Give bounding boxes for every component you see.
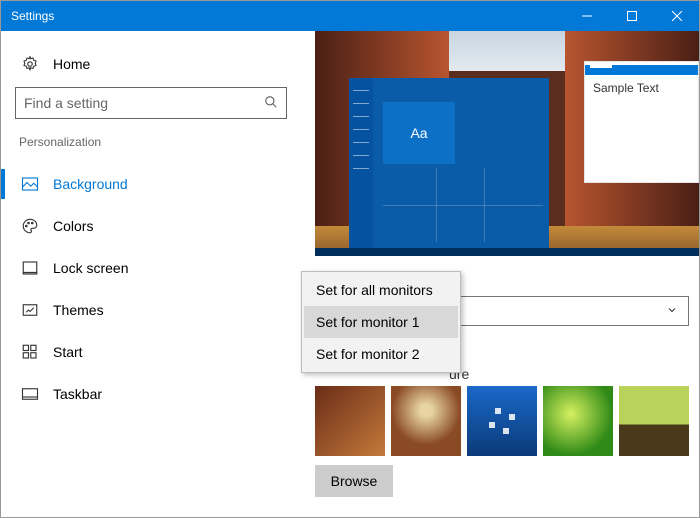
home-label: Home	[53, 56, 90, 72]
sidebar-item-lockscreen[interactable]: Lock screen	[15, 247, 287, 289]
maximize-button[interactable]	[609, 1, 654, 31]
context-set-all-monitors[interactable]: Set for all monitors	[304, 274, 458, 306]
category-label: Personalization	[15, 135, 287, 163]
sidebar: Home Find a setting Personalization Back…	[1, 31, 301, 517]
sidebar-item-label: Lock screen	[53, 260, 128, 276]
thumbnail-5[interactable]	[619, 386, 689, 456]
context-item-label: Set for all monitors	[316, 282, 433, 298]
preview-sample-text: Sample Text	[585, 75, 698, 101]
chevron-down-icon	[666, 303, 678, 319]
sidebar-item-taskbar[interactable]: Taskbar	[15, 373, 287, 415]
browse-label: Browse	[331, 473, 378, 489]
home-nav[interactable]: Home	[15, 47, 287, 87]
picture-icon	[21, 175, 39, 193]
sidebar-item-start[interactable]: Start	[15, 331, 287, 373]
content-pane: Aa Sample Text ure	[301, 31, 699, 517]
search-placeholder: Find a setting	[24, 95, 264, 111]
startgrid-icon	[21, 343, 39, 361]
context-set-monitor-1[interactable]: Set for monitor 1	[304, 306, 458, 338]
sidebar-item-themes[interactable]: Themes	[15, 289, 287, 331]
window-body: Home Find a setting Personalization Back…	[1, 31, 699, 517]
sidebar-item-colors[interactable]: Colors	[15, 205, 287, 247]
taskbar-icon	[21, 385, 39, 403]
context-menu: Set for all monitors Set for monitor 1 S…	[301, 271, 461, 373]
background-type-dropdown[interactable]	[435, 296, 689, 326]
context-set-monitor-2[interactable]: Set for monitor 2	[304, 338, 458, 370]
desktop-preview: Aa Sample Text	[315, 31, 699, 256]
titlebar: Settings	[1, 1, 699, 31]
close-icon	[672, 11, 682, 21]
sidebar-item-label: Taskbar	[53, 386, 102, 402]
thumbnail-4[interactable]	[543, 386, 613, 456]
sidebar-item-label: Colors	[53, 218, 93, 234]
settings-window: Settings Home Find a setting Personaliza…	[0, 0, 700, 518]
nav-list: Background Colors Lock screen Themes Sta…	[15, 163, 287, 415]
browse-button[interactable]: Browse	[315, 465, 393, 497]
maximize-icon	[627, 11, 637, 21]
window-controls	[564, 1, 699, 31]
minimize-icon	[582, 11, 592, 21]
preview-sample-window: Sample Text	[584, 61, 699, 183]
sidebar-item-label: Background	[53, 176, 128, 192]
sidebar-item-label: Start	[53, 344, 83, 360]
picture-thumbnails	[315, 386, 689, 456]
thumbnail-3[interactable]	[467, 386, 537, 456]
context-item-label: Set for monitor 2	[316, 346, 420, 362]
sidebar-item-background[interactable]: Background	[15, 163, 287, 205]
window-title: Settings	[11, 9, 564, 23]
gear-icon	[21, 55, 39, 73]
sidebar-item-label: Themes	[53, 302, 104, 318]
preview-start-menu: Aa	[349, 78, 549, 248]
thumbnail-1[interactable]	[315, 386, 385, 456]
context-item-label: Set for monitor 1	[316, 314, 420, 330]
palette-icon	[21, 217, 39, 235]
search-icon	[264, 95, 278, 112]
close-button[interactable]	[654, 1, 699, 31]
minimize-button[interactable]	[564, 1, 609, 31]
lockframe-icon	[21, 259, 39, 277]
preview-tile-text: Aa	[383, 102, 455, 164]
thumbnail-2[interactable]	[391, 386, 461, 456]
search-input[interactable]: Find a setting	[15, 87, 287, 119]
pencilframe-icon	[21, 301, 39, 319]
